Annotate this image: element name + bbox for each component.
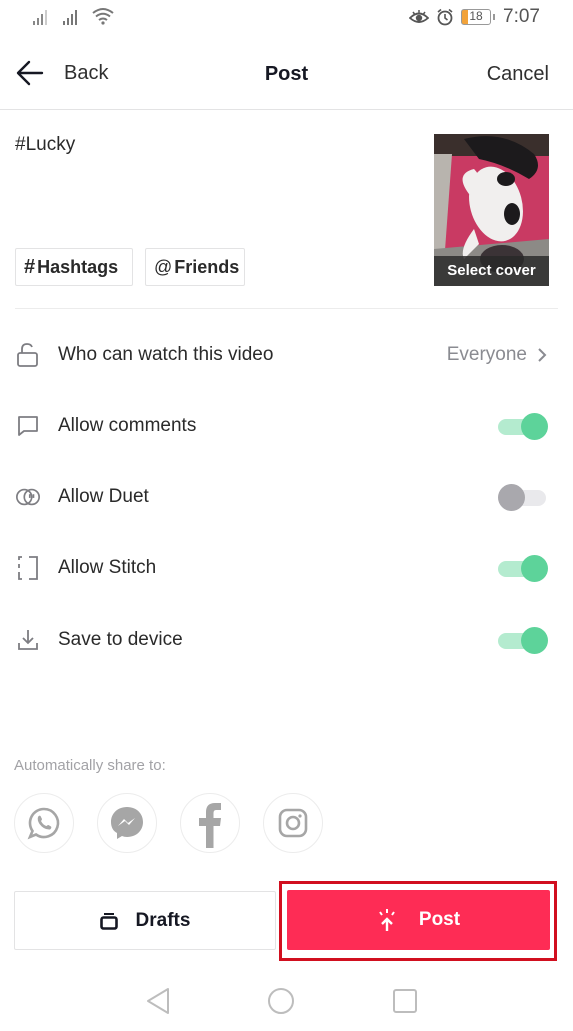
- post-button[interactable]: Post: [287, 890, 550, 950]
- instagram-icon: [278, 808, 308, 838]
- chevron-right-icon: [538, 348, 547, 362]
- allow-comments-label: Allow comments: [58, 415, 197, 436]
- clock: 7:07: [503, 6, 540, 27]
- messenger-icon: [111, 807, 143, 839]
- post-upload-icon: [379, 909, 395, 931]
- allow-stitch-label: Allow Stitch: [58, 557, 157, 578]
- allow-duet-label: Allow Duet: [58, 486, 149, 507]
- drafts-button[interactable]: Drafts: [14, 891, 276, 950]
- hashtag-icon: #: [24, 255, 36, 278]
- system-back-icon[interactable]: [144, 986, 174, 1016]
- wifi-icon: [92, 8, 114, 25]
- alarm-icon: [437, 8, 453, 26]
- allow-duet-toggle[interactable]: [498, 484, 548, 511]
- drafts-label: Drafts: [135, 909, 191, 931]
- stitch-icon: [15, 555, 41, 581]
- whatsapp-icon: [27, 807, 60, 840]
- system-home-icon[interactable]: [266, 986, 296, 1016]
- divider: [15, 308, 558, 309]
- who-can-watch-label: Who can watch this video: [58, 344, 274, 365]
- save-to-device-row: Save to device: [0, 618, 573, 662]
- share-label: Automatically share to:: [14, 757, 166, 774]
- signal-icon: [33, 10, 47, 25]
- share-facebook-button[interactable]: [180, 793, 240, 853]
- share-whatsapp-button[interactable]: [14, 793, 74, 853]
- share-instagram-button[interactable]: [263, 793, 323, 853]
- who-can-watch-value[interactable]: Everyone: [447, 344, 547, 366]
- system-recents-icon[interactable]: [390, 986, 420, 1016]
- download-icon: [15, 627, 41, 653]
- save-to-device-label: Save to device: [58, 629, 183, 650]
- privacy-value: Everyone: [446, 344, 527, 365]
- lock-open-icon: [15, 342, 41, 368]
- save-to-device-toggle[interactable]: [498, 627, 548, 654]
- signal-icon: [63, 10, 77, 25]
- allow-duet-row: Allow Duet: [0, 475, 573, 519]
- friends-label: Friends: [174, 256, 240, 277]
- facebook-icon: [199, 803, 221, 848]
- hashtags-label: Hashtags: [37, 256, 119, 277]
- allow-comments-toggle[interactable]: [498, 413, 548, 440]
- allow-stitch-row: Allow Stitch: [0, 546, 573, 590]
- eye-comfort-icon: [409, 10, 430, 23]
- friends-button[interactable]: @ Friends: [145, 248, 245, 286]
- drafts-icon: [99, 912, 118, 930]
- mention-icon: @: [154, 256, 173, 277]
- select-cover-label: Select cover: [434, 256, 549, 286]
- allow-stitch-toggle[interactable]: [498, 555, 548, 582]
- battery-icon: 18: [461, 9, 496, 25]
- comment-icon: [15, 413, 41, 439]
- post-label: Post: [418, 909, 461, 930]
- share-targets: [14, 793, 323, 853]
- allow-comments-row: Allow comments: [0, 404, 573, 448]
- hashtags-button[interactable]: # Hashtags: [15, 248, 133, 286]
- system-nav-bar: [0, 976, 573, 1031]
- select-cover-button[interactable]: Select cover: [434, 134, 549, 286]
- status-bar: 18 7:07: [0, 0, 573, 36]
- caption-input[interactable]: #Lucky: [15, 134, 75, 156]
- nav-bar: Back Post Cancel: [0, 40, 573, 110]
- cancel-button[interactable]: Cancel: [487, 63, 549, 86]
- share-messenger-button[interactable]: [97, 793, 157, 853]
- duet-icon: [15, 484, 41, 510]
- who-can-watch-row[interactable]: Who can watch this video Everyone: [0, 333, 573, 377]
